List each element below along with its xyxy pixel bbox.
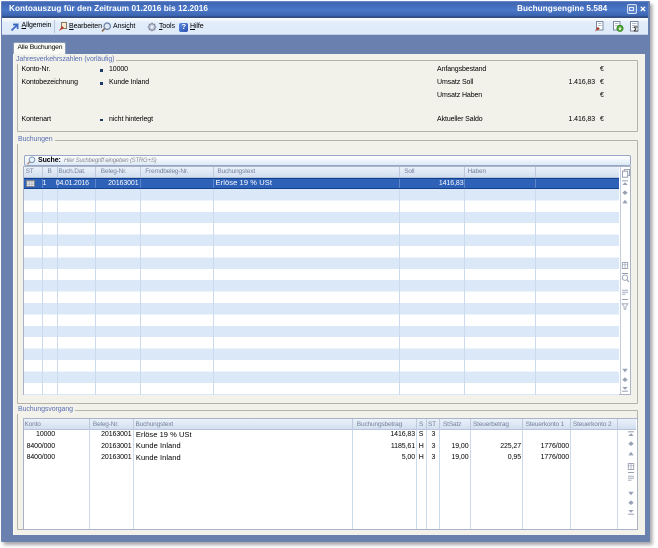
svg-text:Σ: Σ (634, 25, 639, 33)
